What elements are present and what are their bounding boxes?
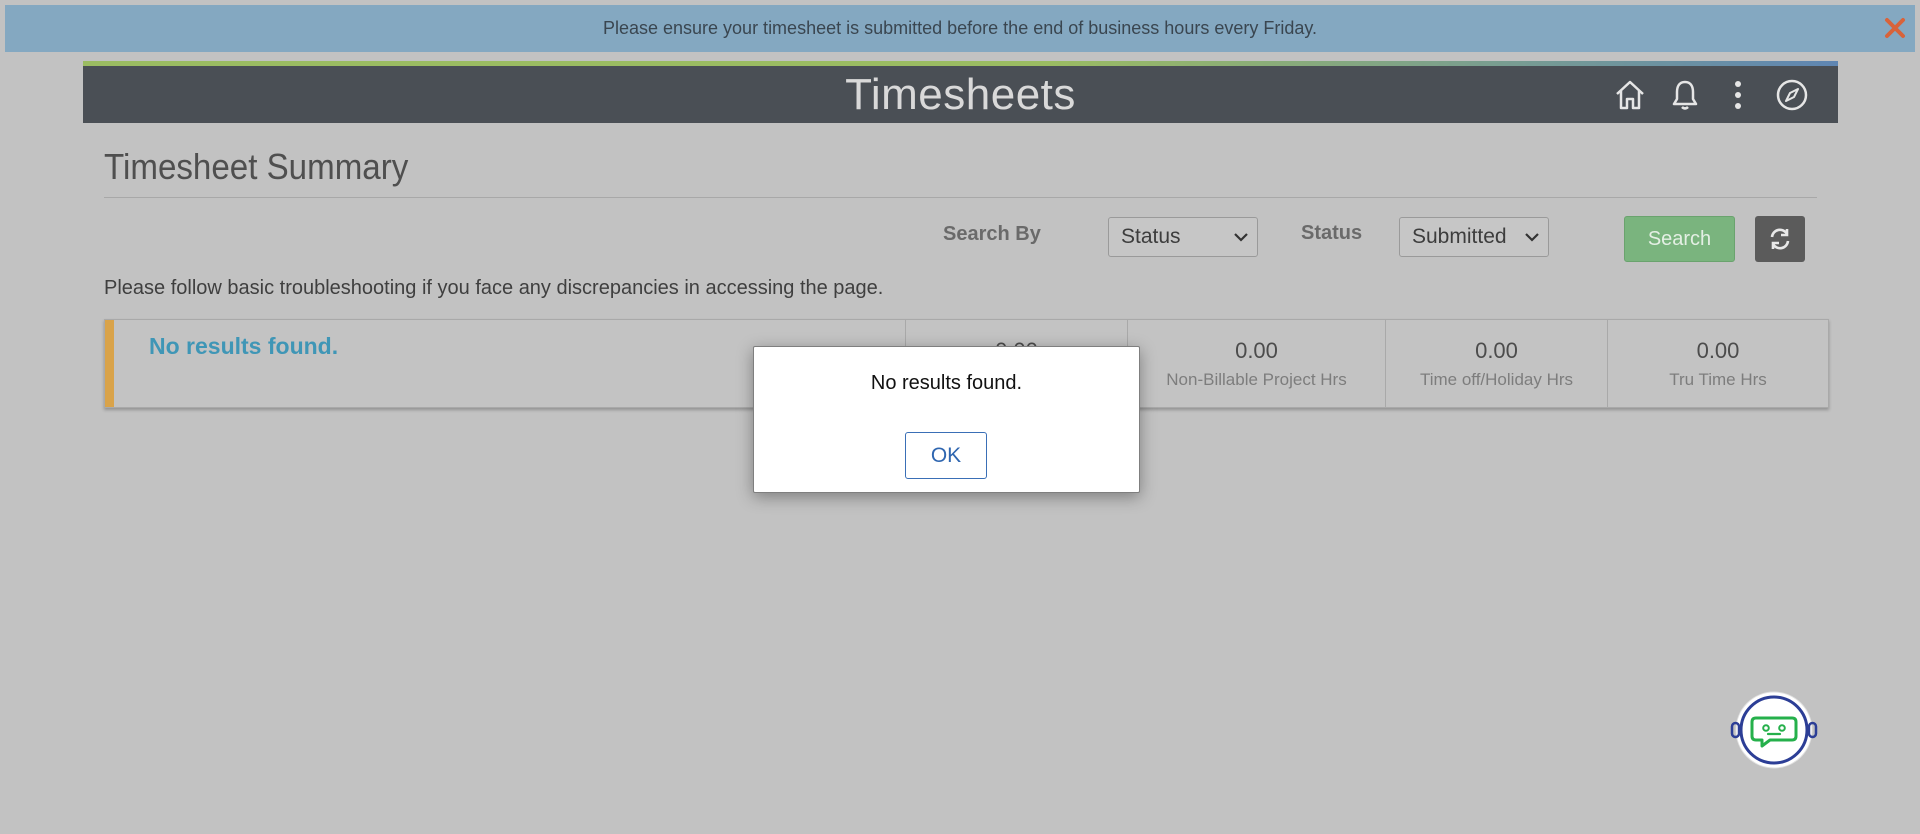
metric-value: 0.00 [1696, 338, 1740, 363]
page-title: Timesheet Summary [104, 146, 409, 187]
title-divider [104, 197, 1817, 198]
banner-message: Please ensure your timesheet is submitte… [602, 18, 1318, 38]
alert-dialog: No results found. OK [753, 346, 1140, 493]
chatbot-icon[interactable] [1726, 690, 1822, 770]
search-by-select[interactable]: Status [1108, 217, 1258, 257]
status-label: Status [1301, 222, 1363, 244]
metric-tru-time: 0.00 Tru Time Hrs [1607, 320, 1828, 407]
home-icon[interactable] [1613, 78, 1647, 112]
metric-value: 0.00 [1235, 338, 1278, 363]
bell-icon[interactable] [1668, 78, 1702, 112]
metric-time-off: 0.00 Time off/Holiday Hrs [1385, 320, 1607, 407]
metric-label: Time off/Holiday Hrs [1419, 370, 1574, 389]
metric-label: Non-Billable Project Hrs [1166, 370, 1347, 389]
close-x-icon[interactable] [1883, 16, 1907, 40]
app-title: Timesheets [845, 70, 1076, 119]
metric-non-billable: 0.00 Non-Billable Project Hrs [1127, 320, 1385, 407]
metric-value: 0.00 [1475, 338, 1518, 363]
chevron-down-icon [1525, 233, 1539, 242]
results-title: No results found. [149, 333, 339, 359]
troubleshooting-note: Please follow basic troubleshooting if y… [104, 277, 884, 299]
search-by-label: Search By [943, 223, 1041, 245]
card-accent-bar [105, 320, 114, 407]
metric-label: Tru Time Hrs [1669, 370, 1767, 389]
announcement-banner: Please ensure your timesheet is submitte… [5, 5, 1915, 52]
search-by-value: Status [1121, 225, 1181, 248]
more-vertical-icon[interactable] [1721, 78, 1755, 112]
status-select[interactable]: Submitted [1399, 217, 1549, 257]
search-button[interactable]: Search [1624, 216, 1735, 262]
ok-button[interactable]: OK [905, 432, 987, 479]
dialog-message: No results found. [870, 372, 1023, 394]
status-value: Submitted [1412, 225, 1507, 248]
compass-icon[interactable] [1775, 78, 1809, 112]
app-header: Timesheets [83, 66, 1838, 123]
refresh-button[interactable] [1755, 216, 1805, 262]
refresh-icon [1770, 228, 1790, 250]
chevron-down-icon [1234, 233, 1248, 242]
